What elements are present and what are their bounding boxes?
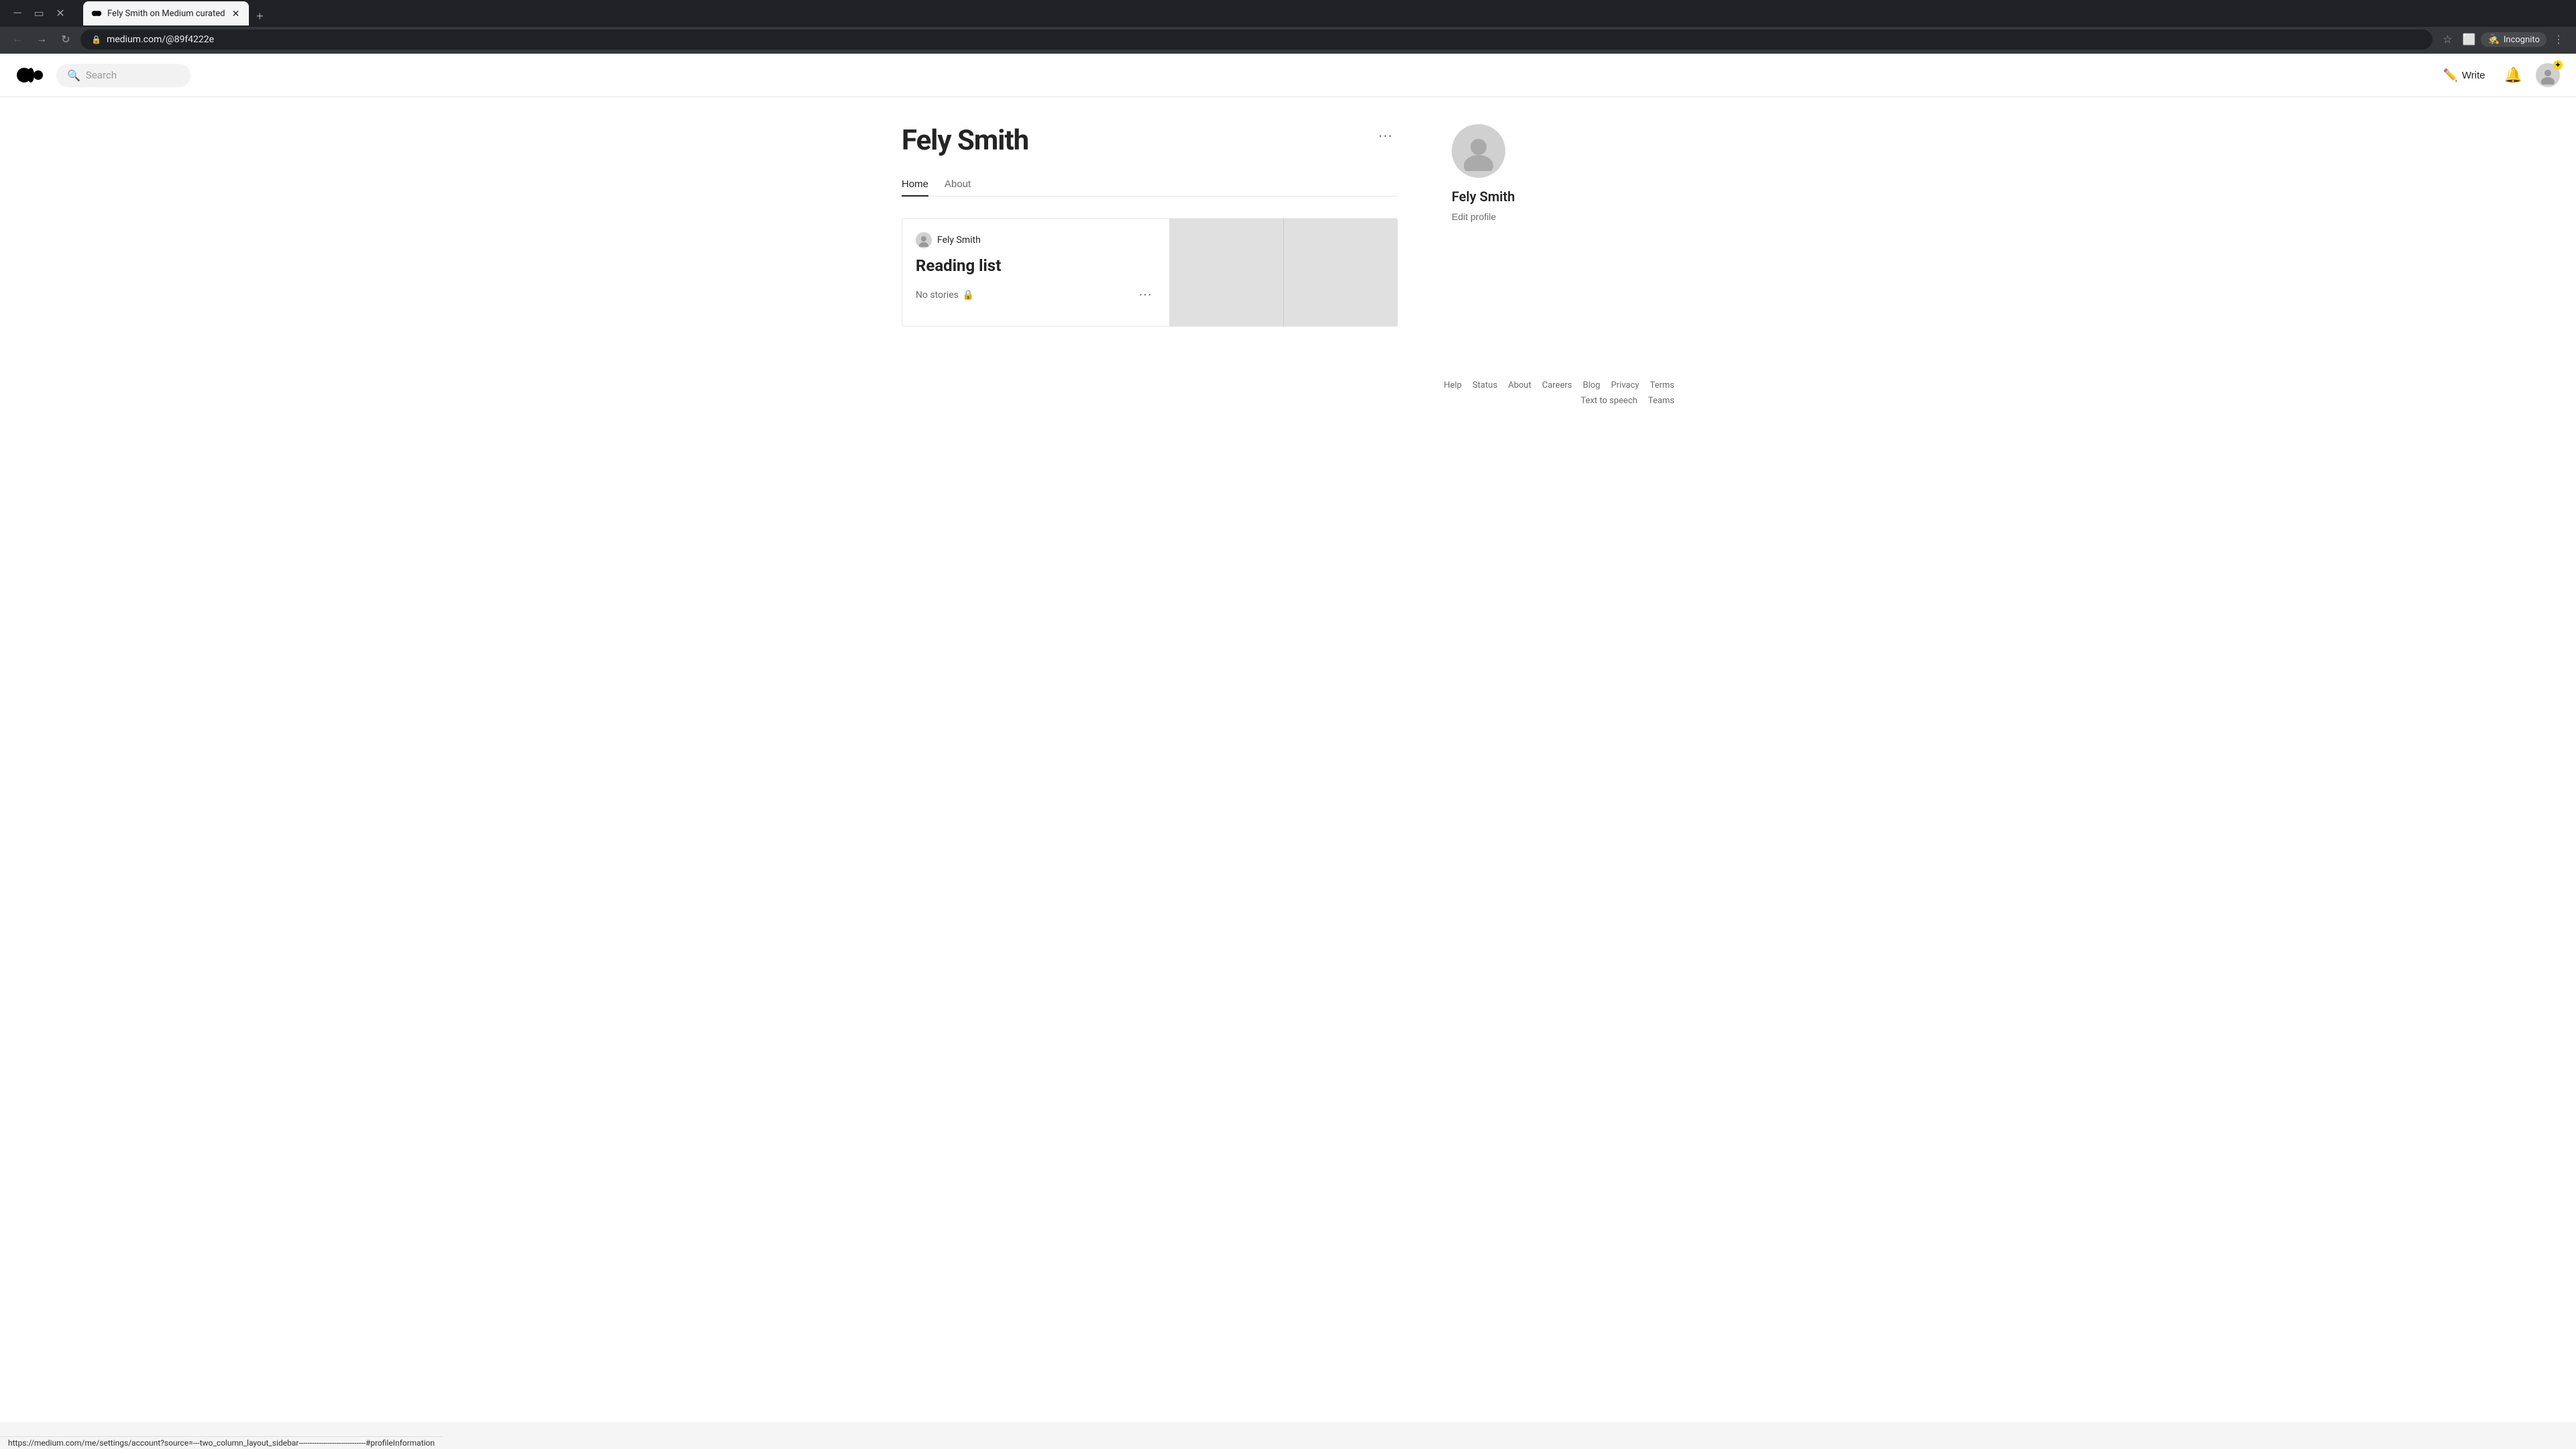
medium-logo[interactable] bbox=[16, 62, 43, 89]
lock-icon: 🔒 bbox=[91, 35, 101, 44]
reload-button[interactable]: ↻ bbox=[56, 30, 75, 49]
footer-link-status[interactable]: Status bbox=[1472, 380, 1497, 390]
address-url: medium.com/@89f4222e bbox=[107, 34, 214, 45]
incognito-icon: 🕵 bbox=[2487, 34, 2499, 45]
no-stories-text: No stories bbox=[916, 290, 959, 301]
card-thumbnails bbox=[1169, 219, 1397, 326]
menu-button[interactable]: ⋮ bbox=[2549, 30, 2568, 49]
minimize-button[interactable]: ─ bbox=[8, 4, 27, 23]
forward-button[interactable]: → bbox=[32, 30, 51, 49]
sidebar-name: Fely Smith bbox=[1452, 189, 1626, 205]
footer-link-privacy[interactable]: Privacy bbox=[1611, 380, 1639, 390]
search-icon: 🔍 bbox=[67, 69, 80, 82]
search-placeholder: Search bbox=[86, 69, 117, 81]
profile-main: Fely Smith ··· Home About bbox=[902, 124, 1398, 327]
footer-links: Help Status About Careers Blog Privacy T… bbox=[902, 380, 1674, 390]
card-footer: No stories 🔒 ··· bbox=[916, 286, 1156, 304]
card-thumbnail-2 bbox=[1284, 219, 1398, 326]
membership-plus-badge: ✦ bbox=[2553, 60, 2563, 70]
lock-icon: 🔒 bbox=[963, 290, 974, 301]
address-bar-row: ← → ↻ 🔒 medium.com/@89f4222e ☆ ⬜ 🕵 Incog… bbox=[0, 27, 2576, 54]
footer-links-row2: Text to speech Teams bbox=[902, 396, 1674, 406]
medium-page: 🔍 Search ✏️ Write 🔔 ✦ bbox=[0, 54, 2576, 1422]
tab-home[interactable]: Home bbox=[902, 173, 928, 197]
incognito-label: Incognito bbox=[2504, 35, 2540, 45]
tab-title: Fely Smith on Medium curated bbox=[107, 9, 225, 19]
close-button[interactable]: ✕ bbox=[51, 4, 70, 23]
search-bar[interactable]: 🔍 Search bbox=[56, 64, 191, 87]
back-button[interactable]: ← bbox=[8, 30, 27, 49]
no-stories: No stories 🔒 bbox=[916, 290, 974, 301]
card-author: Fely Smith bbox=[916, 232, 1156, 248]
card-more-button[interactable]: ··· bbox=[1134, 286, 1156, 304]
avatar-container: ✦ bbox=[2536, 63, 2560, 87]
footer-link-teams[interactable]: Teams bbox=[1648, 396, 1674, 406]
profile-sidebar: Fely Smith Edit profile bbox=[1452, 124, 1626, 327]
browser-titlebar: ─ ▭ ✕ Fely Smith on Medium curated ✕ + bbox=[0, 0, 2576, 27]
sidebar-avatar bbox=[1452, 124, 1505, 178]
card-author-avatar bbox=[916, 232, 932, 248]
medium-footer: Help Status About Careers Blog Privacy T… bbox=[0, 354, 2576, 425]
active-tab[interactable]: Fely Smith on Medium curated ✕ bbox=[83, 1, 249, 25]
footer-link-help[interactable]: Help bbox=[1444, 380, 1462, 390]
medium-header: 🔍 Search ✏️ Write 🔔 ✦ bbox=[0, 54, 2576, 97]
profile-tabs: Home About bbox=[902, 173, 1398, 197]
restore-button[interactable]: ▭ bbox=[30, 4, 48, 23]
split-screen-button[interactable]: ⬜ bbox=[2459, 30, 2478, 49]
statusbar-url: https://medium.com/me/settings/account?s… bbox=[8, 1438, 435, 1448]
header-actions: ✏️ Write 🔔 ✦ bbox=[2437, 63, 2560, 87]
profile-name: Fely Smith bbox=[902, 124, 1028, 157]
more-options-button[interactable]: ··· bbox=[1373, 124, 1398, 147]
profile-header: Fely Smith ··· bbox=[902, 124, 1398, 157]
footer-link-blog[interactable]: Blog bbox=[1582, 380, 1600, 390]
tab-about[interactable]: About bbox=[945, 173, 971, 197]
card-content: Fely Smith Reading list No stories 🔒 ··· bbox=[902, 219, 1169, 326]
main-content: Fely Smith ··· Home About bbox=[885, 97, 1690, 354]
card-author-name: Fely Smith bbox=[937, 235, 981, 246]
browser-chrome: ─ ▭ ✕ Fely Smith on Medium curated ✕ + bbox=[0, 0, 2576, 54]
bell-icon: 🔔 bbox=[2504, 66, 2522, 83]
tab-favicon bbox=[91, 8, 102, 19]
tab-close-button[interactable]: ✕ bbox=[230, 8, 241, 19]
tab-bar: Fely Smith on Medium curated ✕ + bbox=[75, 1, 2568, 25]
footer-link-about[interactable]: About bbox=[1508, 380, 1532, 390]
reading-list-title: Reading list bbox=[916, 256, 1156, 275]
write-button[interactable]: ✏️ Write bbox=[2437, 64, 2490, 87]
incognito-badge[interactable]: 🕵 Incognito bbox=[2481, 32, 2546, 47]
address-bar[interactable]: 🔒 medium.com/@89f4222e bbox=[80, 30, 2432, 50]
bookmark-button[interactable]: ☆ bbox=[2438, 30, 2457, 49]
write-label: Write bbox=[2462, 70, 2485, 81]
new-tab-button[interactable]: + bbox=[250, 7, 269, 25]
write-icon: ✏️ bbox=[2443, 68, 2457, 83]
footer-link-tts[interactable]: Text to speech bbox=[1580, 396, 1637, 406]
notification-button[interactable]: 🔔 bbox=[2502, 64, 2525, 87]
edit-profile-button[interactable]: Edit profile bbox=[1452, 211, 1496, 222]
card-thumbnail-1 bbox=[1169, 219, 1284, 326]
browser-statusbar: https://medium.com/me/settings/account?s… bbox=[0, 1436, 443, 1449]
footer-link-careers[interactable]: Careers bbox=[1542, 380, 1572, 390]
window-controls: ─ ▭ ✕ bbox=[8, 4, 70, 23]
footer-link-terms[interactable]: Terms bbox=[1650, 380, 1674, 390]
browser-actions: ☆ ⬜ 🕵 Incognito ⋮ bbox=[2438, 30, 2568, 49]
reading-list-card: Fely Smith Reading list No stories 🔒 ··· bbox=[902, 218, 1398, 327]
